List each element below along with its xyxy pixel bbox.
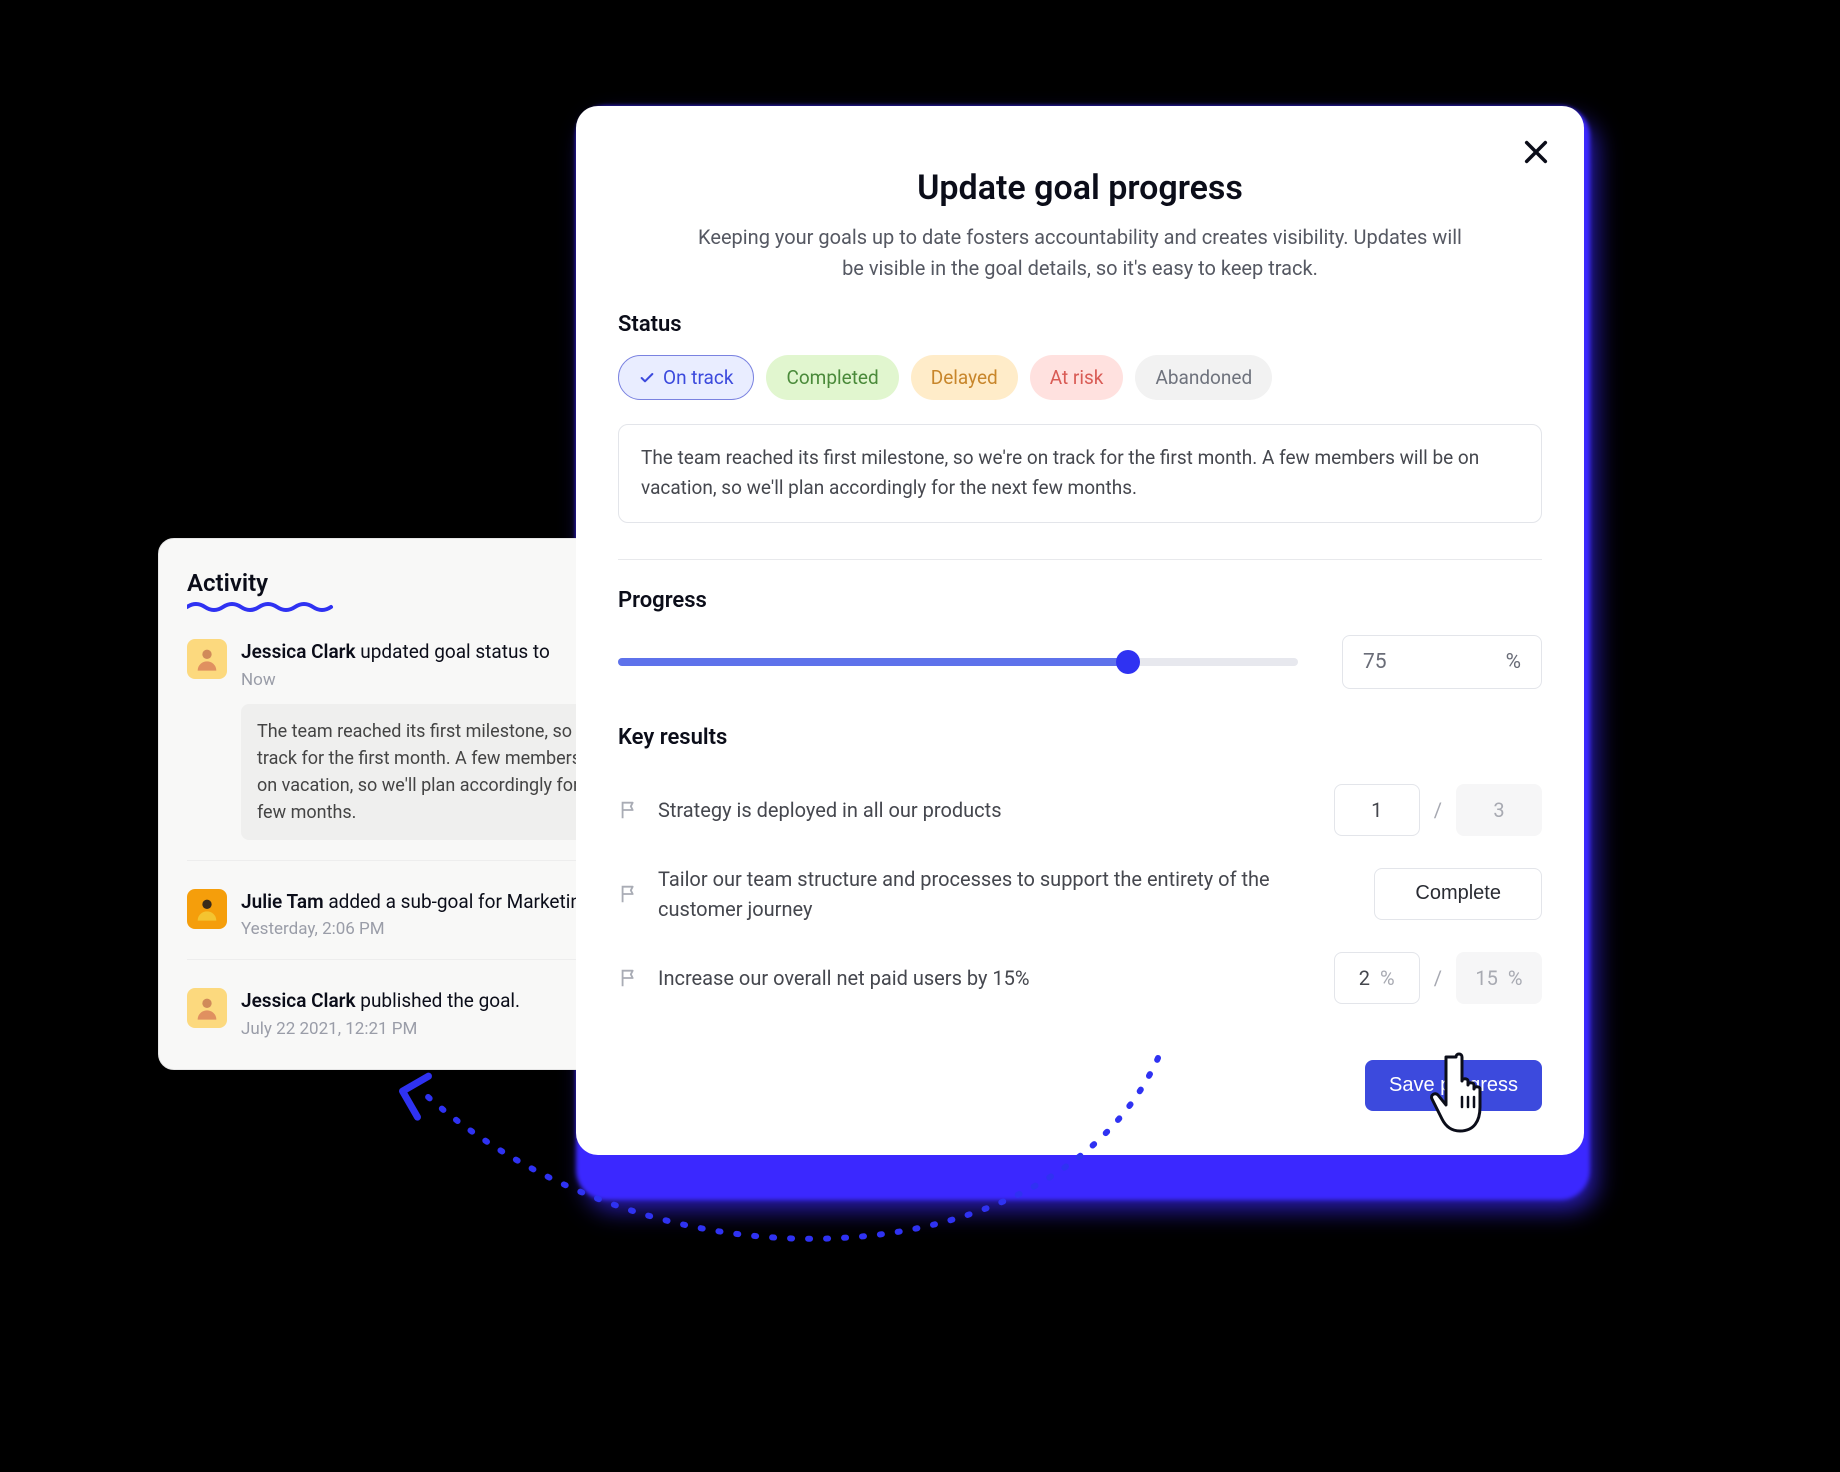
- modal-title: Update goal progress: [618, 168, 1542, 208]
- progress-value-input[interactable]: 75 %: [1342, 635, 1542, 689]
- flag-icon: [618, 883, 640, 905]
- avatar: [187, 889, 227, 929]
- update-goal-modal: Update goal progress Keeping your goals …: [576, 106, 1584, 1155]
- status-chip-on-track[interactable]: On track: [618, 355, 754, 400]
- kr-target-value: 15%: [1456, 952, 1542, 1004]
- progress-slider[interactable]: [618, 658, 1298, 666]
- key-results-label: Key results: [618, 725, 1542, 750]
- key-result-row: Tailor our team structure and processes …: [618, 850, 1542, 938]
- avatar: [187, 988, 227, 1028]
- status-chip-group: On track Completed Delayed At risk Aband…: [618, 355, 1542, 400]
- slash-separator: /: [1434, 798, 1442, 822]
- flag-icon: [618, 799, 640, 821]
- kr-current-input[interactable]: 1: [1334, 784, 1420, 836]
- status-label: Status: [618, 312, 1542, 337]
- key-result-row: Increase our overall net paid users by 1…: [618, 938, 1542, 1018]
- activity-text: Jessica Clark published the goal.: [241, 988, 520, 1015]
- connector-arrow-icon: [358, 1028, 1178, 1328]
- activity-text: Julie Tam added a sub-goal for Marketing…: [241, 889, 597, 916]
- activity-title: Activity: [187, 569, 268, 611]
- pointer-cursor-icon: [1428, 1047, 1508, 1147]
- key-result-row: Strategy is deployed in all our products…: [618, 770, 1542, 850]
- slider-thumb-icon[interactable]: [1116, 650, 1140, 674]
- modal-subtitle: Keeping your goals up to date fosters ac…: [695, 222, 1465, 284]
- kr-complete-button[interactable]: Complete: [1374, 868, 1542, 920]
- activity-time: Yesterday, 2:06 PM: [241, 919, 597, 939]
- close-icon[interactable]: [1522, 138, 1550, 166]
- kr-current-input[interactable]: 2%: [1334, 952, 1420, 1004]
- kr-target-value: 3: [1456, 784, 1542, 836]
- status-chip-delayed[interactable]: Delayed: [911, 355, 1018, 400]
- status-chip-at-risk[interactable]: At risk: [1030, 355, 1124, 400]
- status-note-input[interactable]: The team reached its first milestone, so…: [618, 424, 1542, 523]
- avatar: [187, 639, 227, 679]
- key-result-text: Increase our overall net paid users by 1…: [658, 963, 1316, 993]
- activity-time: Now: [241, 670, 550, 690]
- progress-label: Progress: [618, 588, 1542, 613]
- flag-icon: [618, 967, 640, 989]
- status-chip-abandoned[interactable]: Abandoned: [1135, 355, 1272, 400]
- key-result-text: Strategy is deployed in all our products: [658, 795, 1316, 825]
- status-chip-completed[interactable]: Completed: [766, 355, 898, 400]
- wavy-underline-icon: [187, 601, 337, 613]
- activity-text: Jessica Clark updated goal status to: [241, 639, 550, 666]
- check-icon: [639, 370, 655, 386]
- slash-separator: /: [1434, 966, 1442, 990]
- key-result-text: Tailor our team structure and processes …: [658, 864, 1356, 924]
